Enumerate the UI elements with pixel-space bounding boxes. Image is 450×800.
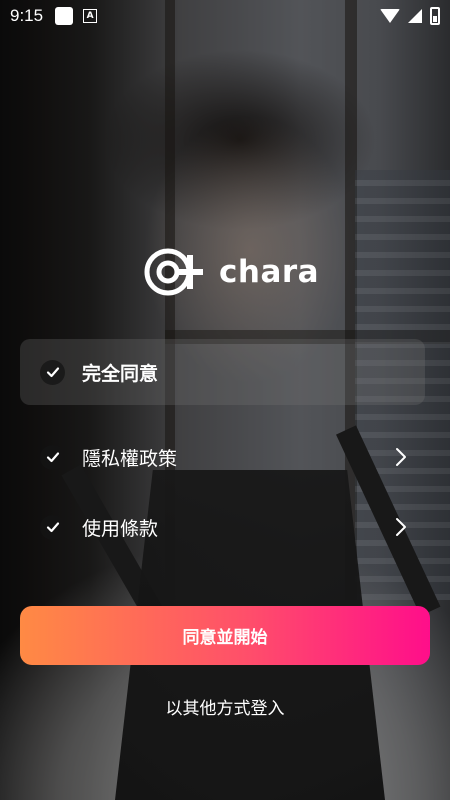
chevron-right-icon[interactable] (395, 447, 407, 467)
signal-icon (408, 9, 422, 23)
agree-all-label: 完全同意 (82, 362, 159, 385)
notification-icon (55, 7, 74, 25)
status-time: 9:15 (10, 6, 44, 25)
status-bar: 9:15 A (0, 0, 450, 32)
battery-icon (430, 7, 440, 25)
check-icon[interactable] (40, 444, 65, 470)
check-icon[interactable] (40, 359, 65, 385)
agree-and-start-button[interactable]: 同意並開始 (20, 606, 430, 665)
status-icons (380, 7, 440, 25)
privacy-policy-label: 隱私權政策 (82, 447, 178, 470)
terms-of-use-label: 使用條款 (82, 517, 159, 540)
agree-all-row[interactable]: 完全同意 (20, 339, 425, 405)
keyboard-a-icon: A (83, 9, 98, 23)
brand-name: chara (219, 254, 320, 290)
chevron-right-icon[interactable] (395, 517, 407, 537)
other-login-link[interactable]: 以其他方式登入 (0, 694, 450, 719)
terms-of-use-row[interactable]: 使用條款 (20, 502, 425, 552)
privacy-policy-row[interactable]: 隱私權政策 (20, 432, 425, 482)
chara-logo-icon (144, 248, 203, 296)
check-icon[interactable] (40, 514, 65, 540)
wifi-icon (380, 9, 400, 23)
brand-logo: chara (143, 247, 319, 297)
